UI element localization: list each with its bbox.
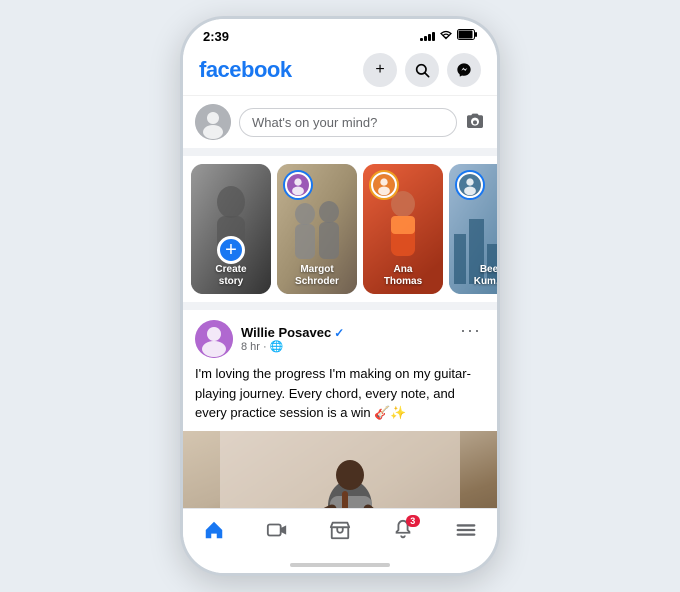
status-time: 2:39 [203, 29, 229, 44]
video-icon [266, 519, 288, 547]
story-create[interactable]: + Createstory [191, 164, 271, 294]
post-author-info: Willie Posavec ✓ 8 hr · 🌐 [241, 325, 344, 353]
post-text: I'm loving the progress I'm making on my… [183, 364, 497, 431]
post-header: Willie Posavec ✓ 8 hr · 🌐 ··· [183, 310, 497, 364]
post-more-button[interactable]: ··· [456, 320, 485, 341]
post-author-name: Willie Posavec ✓ [241, 325, 344, 340]
marketplace-icon [329, 519, 351, 547]
story-ana-label: AnaThomas [363, 264, 443, 288]
messenger-icon [456, 62, 472, 78]
post-image [183, 431, 497, 509]
story-margot-label: MargotSchroder [277, 264, 357, 288]
nav-item-video[interactable] [254, 515, 300, 551]
composer-input[interactable]: What's on your mind? [239, 108, 457, 137]
story-bee-avatar [457, 172, 483, 198]
post-globe-icon: 🌐 [270, 340, 284, 353]
story-bee[interactable]: BeeKum... [449, 164, 497, 294]
nav-item-home[interactable] [191, 515, 237, 551]
user-avatar-icon [195, 104, 231, 140]
story-margot-avatar [285, 172, 311, 198]
story-ana[interactable]: AnaThomas [363, 164, 443, 294]
stories-row: + Createstory [183, 156, 497, 310]
messenger-button[interactable] [447, 53, 481, 87]
composer: What's on your mind? [183, 96, 497, 156]
nav-item-notifications[interactable]: 3 [380, 515, 426, 551]
nav-item-marketplace[interactable] [317, 515, 363, 551]
story-ana-avatar-ring [369, 170, 399, 200]
story-margot[interactable]: MargotSchroder [277, 164, 357, 294]
nav-item-menu[interactable] [443, 515, 489, 551]
create-story-label: Createstory [191, 264, 271, 288]
status-icons [420, 27, 477, 45]
phone-frame: 2:39 [180, 16, 500, 576]
notifications-badge: 3 [406, 515, 420, 527]
facebook-logo: facebook [199, 57, 292, 83]
post-author-name-text: Willie Posavec [241, 325, 331, 340]
battery-icon [457, 27, 477, 45]
wifi-icon [439, 30, 453, 43]
camera-icon[interactable] [465, 112, 485, 133]
create-story-plus-icon: + [217, 236, 245, 264]
verified-badge-icon: ✓ [334, 326, 344, 340]
story-bee-avatar-ring [455, 170, 485, 200]
add-button[interactable]: + [363, 53, 397, 87]
post-meta: 8 hr · 🌐 [241, 340, 344, 353]
composer-avatar [195, 104, 231, 140]
search-icon [414, 62, 430, 78]
post-dot-separator: · [263, 341, 267, 353]
post-guitar-image [183, 431, 497, 509]
post-avatar [195, 320, 233, 358]
post-time: 8 hr [241, 341, 260, 353]
bottom-nav: 3 [183, 508, 497, 559]
post-author: Willie Posavec ✓ 8 hr · 🌐 [195, 320, 344, 358]
signal-bars-icon [420, 31, 435, 41]
app-header: facebook + [183, 49, 497, 96]
feed-scroll[interactable]: What's on your mind? [183, 96, 497, 508]
search-button[interactable] [405, 53, 439, 87]
home-icon [203, 519, 225, 547]
plus-icon: + [375, 61, 384, 79]
status-bar: 2:39 [183, 19, 497, 49]
home-indicator [183, 559, 497, 573]
header-actions: + [363, 53, 481, 87]
story-bee-label: BeeKum... [449, 264, 497, 288]
menu-icon [455, 519, 477, 547]
story-margot-avatar-ring [283, 170, 313, 200]
home-bar [290, 563, 390, 567]
story-ana-avatar [371, 172, 397, 198]
post-card: Willie Posavec ✓ 8 hr · 🌐 ··· I'm loving… [183, 310, 497, 508]
